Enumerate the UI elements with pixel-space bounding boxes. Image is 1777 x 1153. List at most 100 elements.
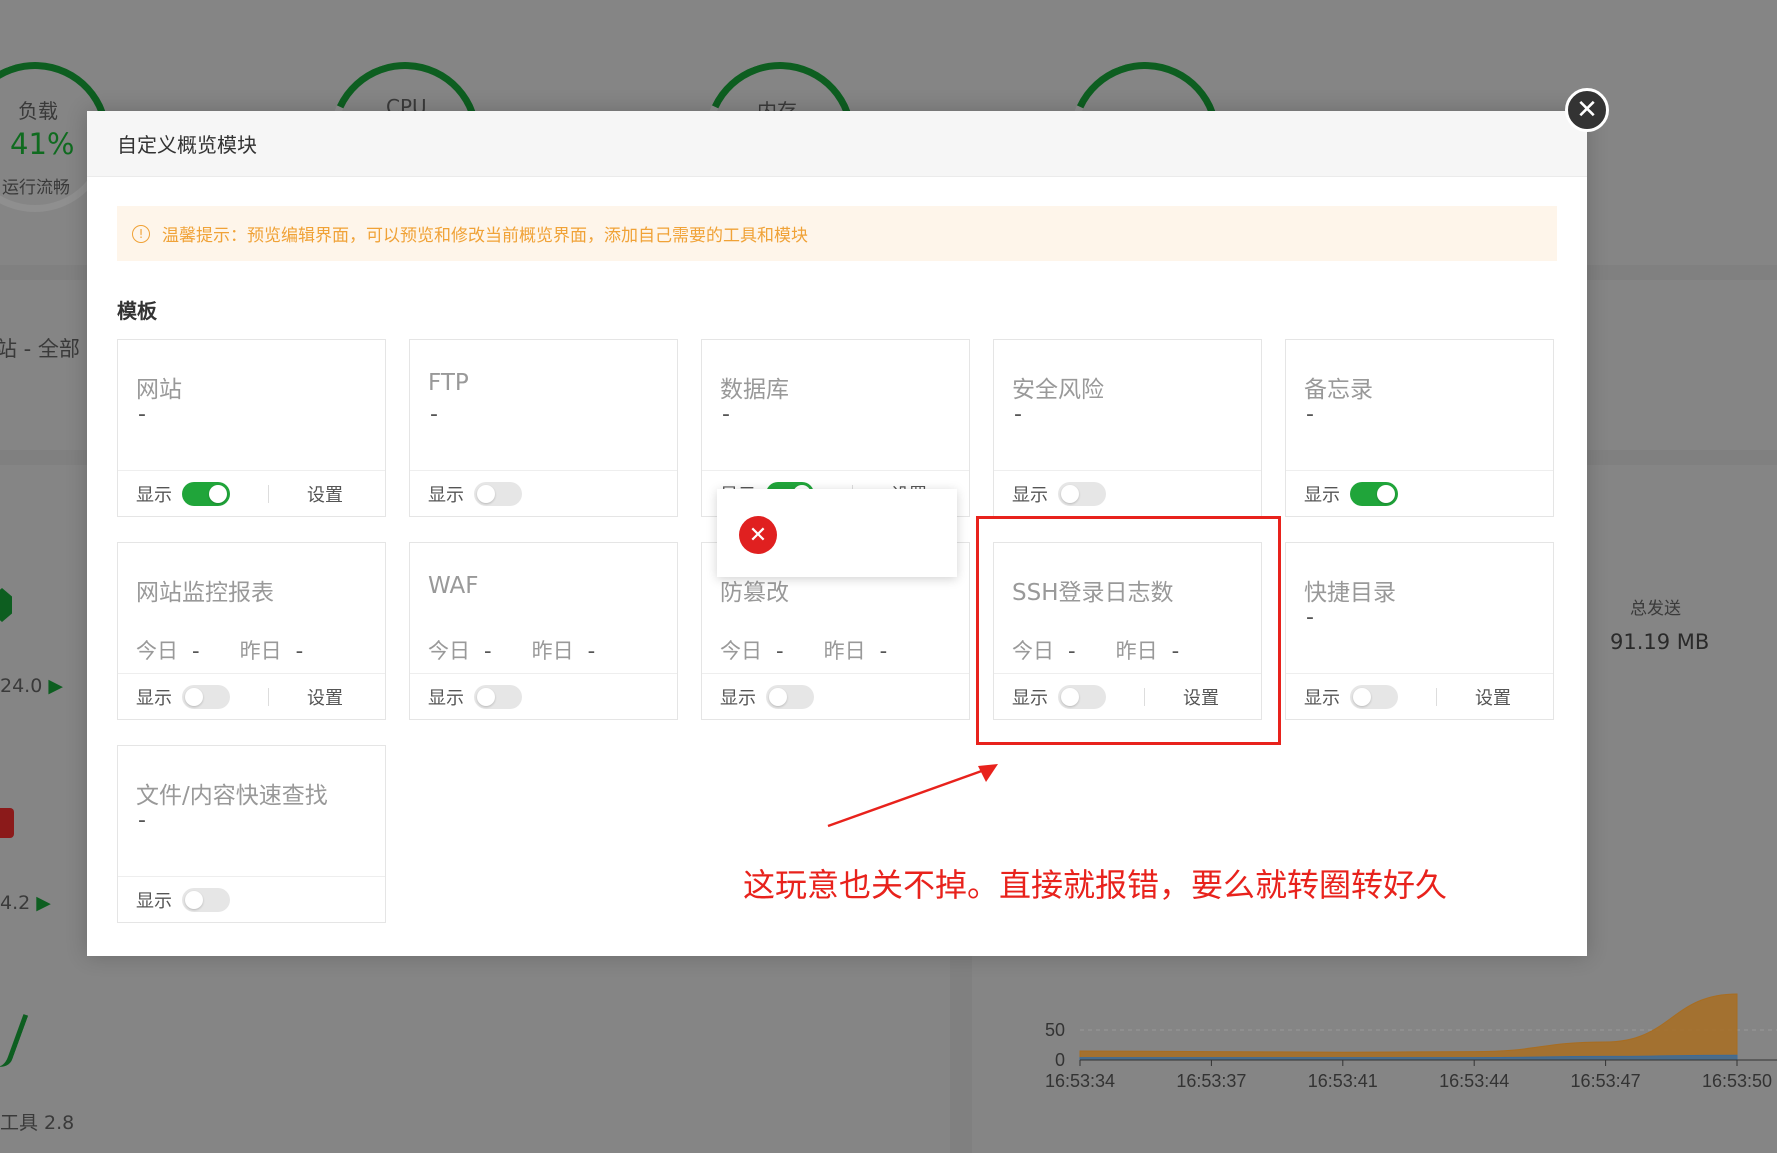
card-value: - <box>1014 402 1022 427</box>
annotation-text: 这玩意也关不掉。直接就报错，要么就转圈转好久 <box>743 866 1448 904</box>
settings-button[interactable]: 设置 <box>307 481 343 507</box>
card-stats: 今日 - 昨日 - <box>428 635 595 665</box>
template-card: 网站 - 显示 设置 <box>117 339 386 517</box>
total-sent-label: 总发送 <box>1630 599 1681 619</box>
x-tick-label: 16:53:44 <box>1439 1071 1509 1091</box>
card-title: 网站监控报表 <box>136 580 274 606</box>
today-value: - <box>484 639 492 663</box>
divider <box>268 484 269 503</box>
settings-button[interactable]: 设置 <box>307 684 343 710</box>
today-label: 今日 <box>136 639 178 663</box>
error-toast: ✕ <box>717 489 957 577</box>
card-value: - <box>138 808 146 833</box>
card-value: - <box>430 402 438 427</box>
card-footer: 显示 <box>410 470 677 516</box>
load-label: 负载 <box>18 99 58 123</box>
x-tick-label: 16:53:34 <box>1045 1071 1115 1091</box>
card-value: - <box>722 402 730 427</box>
today-value: - <box>776 639 784 663</box>
version-1: 24.0 ▶ <box>0 675 63 697</box>
modal-title: 自定义概览模块 <box>117 133 257 157</box>
template-card: 网站监控报表 今日 - 昨日 - 显示 设置 <box>117 542 386 720</box>
series-area-0 <box>1079 993 1738 1061</box>
card-title: 网站 <box>136 377 182 403</box>
x-tick-label: 16:53:47 <box>1571 1071 1641 1091</box>
site-filter: 站 - 全部 <box>0 337 80 361</box>
card-footer: 显示 设置 <box>118 470 385 516</box>
yesterday-label: 昨日 <box>531 639 574 663</box>
divider <box>1436 687 1437 706</box>
card-footer: 显示 <box>702 673 969 719</box>
template-card: WAF 今日 - 昨日 - 显示 <box>409 542 678 720</box>
today-value: - <box>192 639 200 663</box>
version-2: 4.2 ▶ <box>0 892 51 914</box>
today-label: 今日 <box>428 639 470 663</box>
close-icon[interactable]: ✕ <box>1565 88 1609 132</box>
template-card: FTP - 显示 <box>409 339 678 517</box>
tip-text: 温馨提示：预览编辑界面，可以预览和修改当前概览界面，添加自己需要的工具和模块 <box>162 226 808 246</box>
section-title: 模板 <box>117 299 157 323</box>
total-sent-value: 91.19 MB <box>1610 630 1710 654</box>
version-3: 工具 2.8 <box>0 1112 75 1134</box>
show-label: 显示 <box>1012 484 1048 506</box>
x-tick-label: 16:53:41 <box>1308 1071 1378 1091</box>
card-title: 备忘录 <box>1304 377 1373 403</box>
template-card: 备忘录 - 显示 <box>1285 339 1554 517</box>
yesterday-value: - <box>879 639 888 663</box>
template-card: 文件/内容快速查找 - 显示 <box>117 745 386 923</box>
show-toggle[interactable] <box>182 684 230 709</box>
y-tick-label: 0 <box>1055 1050 1065 1070</box>
card-stats: 今日 - 昨日 - <box>136 635 303 665</box>
yesterday-label: 昨日 <box>239 639 282 663</box>
show-label: 显示 <box>136 687 172 709</box>
show-toggle[interactable] <box>1350 481 1398 506</box>
card-value: - <box>1306 402 1314 427</box>
card-title: 防篡改 <box>720 580 789 606</box>
card-value: - <box>138 402 146 427</box>
today-label: 今日 <box>720 639 762 663</box>
show-toggle[interactable] <box>474 481 522 506</box>
card-footer: 显示 <box>994 470 1261 516</box>
annotation-highlight-box <box>976 516 1281 745</box>
yesterday-value: - <box>295 639 304 663</box>
card-footer: 显示 设置 <box>1286 673 1553 719</box>
show-toggle[interactable] <box>766 684 814 709</box>
card-title: 文件/内容快速查找 <box>136 783 328 809</box>
show-label: 显示 <box>428 687 464 709</box>
template-card: 快捷目录 - 显示 设置 <box>1285 542 1554 720</box>
annotation-arrow <box>827 764 998 828</box>
template-card: 安全风险 - 显示 <box>993 339 1262 517</box>
card-title: 数据库 <box>720 377 789 403</box>
redis-icon <box>0 808 14 838</box>
tip-banner: ! 温馨提示：预览编辑界面，可以预览和修改当前概览界面，添加自己需要的工具和模块 <box>117 206 1557 261</box>
traffic-chart: 0 50 16:53:34 16:53:37 16:53:41 16:53:44 16:53… <box>1045 993 1777 1091</box>
show-toggle[interactable] <box>1058 481 1106 506</box>
card-title: FTP <box>428 370 469 396</box>
x-tick-label: 16:53:50 <box>1702 1071 1772 1091</box>
show-toggle[interactable] <box>182 887 230 912</box>
x-tick-label: 16:53:37 <box>1176 1071 1246 1091</box>
show-toggle[interactable] <box>474 684 522 709</box>
card-footer: 显示 <box>1286 470 1553 516</box>
divider <box>268 687 269 706</box>
card-title: 快捷目录 <box>1304 580 1396 606</box>
yesterday-value: - <box>587 639 596 663</box>
warning-icon: ! <box>132 224 150 243</box>
show-label: 显示 <box>136 890 172 912</box>
show-toggle[interactable] <box>1350 684 1398 709</box>
card-value: - <box>1306 605 1314 630</box>
show-label: 显示 <box>136 484 172 506</box>
card-stats: 今日 - 昨日 - <box>720 635 887 665</box>
x-icon: ✕ <box>739 516 777 554</box>
card-footer: 显示 <box>410 673 677 719</box>
load-status: 运行流畅 <box>2 178 70 198</box>
card-footer: 显示 <box>118 876 385 922</box>
card-title: WAF <box>428 573 479 599</box>
y-tick-label: 50 <box>1045 1020 1065 1040</box>
settings-button[interactable]: 设置 <box>1475 684 1511 710</box>
show-toggle[interactable] <box>182 481 230 506</box>
show-label: 显示 <box>428 484 464 506</box>
card-title: 安全风险 <box>1012 377 1104 403</box>
modal-header: 自定义概览模块 <box>87 111 1587 177</box>
show-label: 显示 <box>720 687 756 709</box>
